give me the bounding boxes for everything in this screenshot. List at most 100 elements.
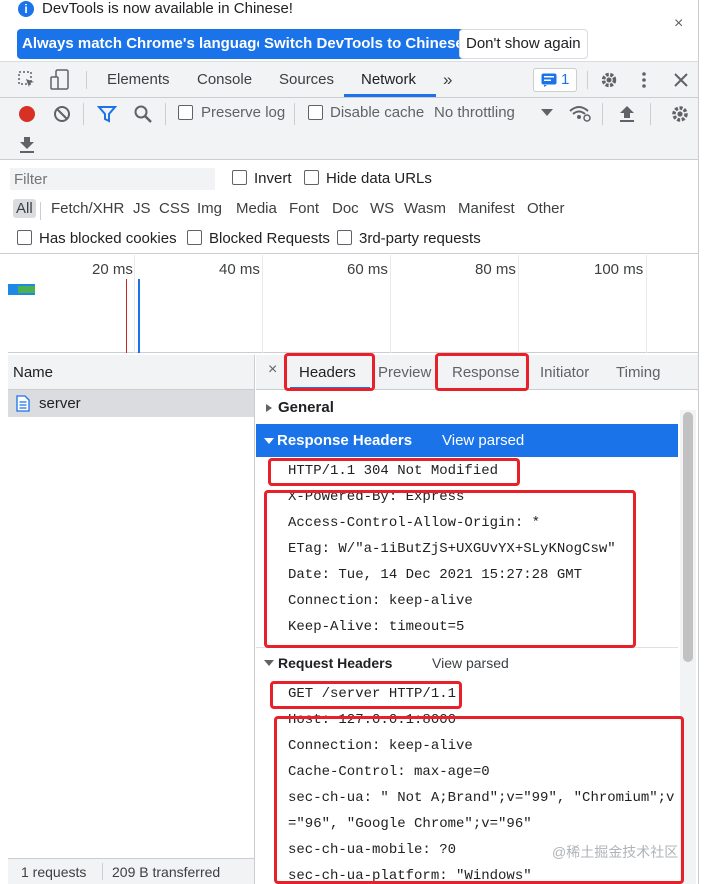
language-infobar: i DevTools is now available in Chinese! … xyxy=(0,0,698,62)
collapse-triangle-icon xyxy=(264,438,274,444)
hide-data-urls-label: Hide data URLs xyxy=(326,170,432,187)
active-detail-tab-indicator xyxy=(290,387,370,390)
status-divider xyxy=(102,863,103,880)
load-event-marker xyxy=(126,279,127,353)
request-row[interactable]: server xyxy=(8,390,254,417)
filter-type-ws[interactable]: WS xyxy=(370,200,394,217)
filter-type-media[interactable]: Media xyxy=(236,200,277,217)
filter-type-fetch-xhr[interactable]: Fetch/XHR xyxy=(51,200,124,217)
general-section-title: General xyxy=(278,399,334,416)
tab-response[interactable]: Response xyxy=(452,355,520,390)
toolbar-divider xyxy=(602,103,603,125)
issues-count: 1 xyxy=(561,71,570,88)
document-file-icon xyxy=(16,395,30,412)
filter-type-manifest[interactable]: Manifest xyxy=(458,200,515,217)
response-headers-section-header[interactable]: Response Headers View parsed xyxy=(256,424,678,457)
more-options-icon[interactable] xyxy=(640,71,648,89)
tab-divider xyxy=(86,71,87,89)
dom-content-loaded-marker xyxy=(138,279,140,353)
section-divider xyxy=(256,647,678,648)
filter-type-divider xyxy=(40,202,41,220)
response-headers-title: Response Headers xyxy=(277,432,413,449)
toolbar-divider xyxy=(165,103,166,125)
dont-show-again-button[interactable]: Don't show again xyxy=(459,29,588,59)
filter-input[interactable] xyxy=(10,168,215,190)
filter-type-font[interactable]: Font xyxy=(289,200,319,217)
timeline-gridline xyxy=(646,255,647,353)
tab-initiator[interactable]: Initiator xyxy=(540,355,589,390)
filter-type-js[interactable]: JS xyxy=(133,200,151,217)
request-headers-section-header[interactable]: Request Headers xyxy=(264,655,392,671)
timeline-overview[interactable]: 20 ms 40 ms 60 ms 80 ms 100 ms xyxy=(8,255,698,353)
filter-type-css[interactable]: CSS xyxy=(159,200,190,217)
tab-console[interactable]: Console xyxy=(197,62,252,97)
device-toolbar-icon[interactable] xyxy=(50,69,70,91)
toolbar-divider xyxy=(294,103,295,125)
third-party-requests-label: 3rd-party requests xyxy=(359,230,481,247)
preserve-log-label: Preserve log xyxy=(201,104,286,121)
clear-icon[interactable] xyxy=(52,104,72,124)
issues-message-icon xyxy=(541,73,557,87)
tab-elements[interactable]: Elements xyxy=(107,62,170,97)
switch-to-chinese-button[interactable]: Switch DevTools to Chinese xyxy=(259,29,469,59)
filter-type-wasm[interactable]: Wasm xyxy=(404,200,446,217)
infobar-close-icon[interactable]: × xyxy=(674,15,683,33)
request-header-line: Connection: keep-alive xyxy=(288,738,473,754)
close-details-icon[interactable]: × xyxy=(268,361,277,379)
throttling-select[interactable]: No throttling xyxy=(434,104,515,121)
timeline-gridline xyxy=(262,255,263,353)
hide-data-urls-checkbox[interactable] xyxy=(304,170,319,185)
record-icon[interactable] xyxy=(17,104,37,124)
general-section-toggle[interactable]: General xyxy=(264,399,334,416)
throttling-dropdown-icon[interactable] xyxy=(541,109,553,117)
always-match-language-button[interactable]: Always match Chrome's language xyxy=(17,29,270,59)
disable-cache-checkbox[interactable] xyxy=(308,105,323,120)
export-har-download-icon[interactable] xyxy=(18,136,36,154)
tab-sources[interactable]: Sources xyxy=(279,62,334,97)
filter-type-img[interactable]: Img xyxy=(197,200,222,217)
timeline-tick-label: 20 ms xyxy=(92,261,133,278)
filter-type-other[interactable]: Other xyxy=(527,200,565,217)
issues-badge[interactable]: 1 xyxy=(533,68,577,92)
details-tabbar: × Headers Preview Response Initiator Tim… xyxy=(256,355,698,390)
tab-divider xyxy=(587,71,588,89)
infobar-message: DevTools is now available in Chinese! xyxy=(42,0,293,17)
close-devtools-icon[interactable] xyxy=(674,73,688,87)
page-background-strip xyxy=(698,0,707,884)
filter-type-all[interactable]: All xyxy=(13,199,36,218)
timeline-gridline xyxy=(390,255,391,353)
has-blocked-cookies-checkbox[interactable] xyxy=(17,230,32,245)
request-waterfall-bar-receiving xyxy=(18,286,35,293)
name-column-label: Name xyxy=(13,364,54,381)
response-view-parsed-link[interactable]: View parsed xyxy=(442,432,524,449)
third-party-requests-checkbox[interactable] xyxy=(337,230,352,245)
name-column-header[interactable]: Name xyxy=(8,355,254,390)
collapse-triangle-icon xyxy=(264,660,274,666)
toolbar-divider xyxy=(650,103,651,125)
request-header-line: sec-ch-ua-mobile: ?0 xyxy=(288,842,457,858)
details-scrollbar[interactable] xyxy=(680,410,696,884)
filter-icon[interactable] xyxy=(97,104,117,124)
network-conditions-wifi-icon[interactable] xyxy=(568,103,592,123)
tab-preview[interactable]: Preview xyxy=(378,355,431,390)
network-status-bar: 1 requests 209 B transferred xyxy=(8,858,254,884)
network-settings-gear-icon[interactable] xyxy=(670,104,690,124)
details-scrollbar-thumb[interactable] xyxy=(683,412,693,662)
tab-network[interactable]: Network xyxy=(361,62,416,97)
tab-timing[interactable]: Timing xyxy=(616,355,660,390)
preserve-log-checkbox[interactable] xyxy=(178,105,193,120)
filter-type-doc[interactable]: Doc xyxy=(332,200,359,217)
import-har-upload-icon[interactable] xyxy=(618,104,636,124)
invert-checkbox[interactable] xyxy=(232,170,247,185)
has-blocked-cookies-label: Has blocked cookies xyxy=(39,230,177,247)
tab-headers[interactable]: Headers xyxy=(299,355,356,390)
inspect-element-icon[interactable] xyxy=(18,71,36,89)
settings-gear-icon[interactable] xyxy=(600,71,618,89)
request-view-parsed-link[interactable]: View parsed xyxy=(432,655,509,671)
response-header-line: ETag: W/"a-1iButZjS+UXGUvYX+SLyKNogCsw" xyxy=(288,541,616,557)
blocked-requests-checkbox[interactable] xyxy=(187,230,202,245)
expand-triangle-icon xyxy=(266,403,272,412)
more-tabs-icon[interactable]: » xyxy=(443,62,452,97)
response-status-line: HTTP/1.1 304 Not Modified xyxy=(288,463,499,479)
search-icon[interactable] xyxy=(133,104,153,124)
